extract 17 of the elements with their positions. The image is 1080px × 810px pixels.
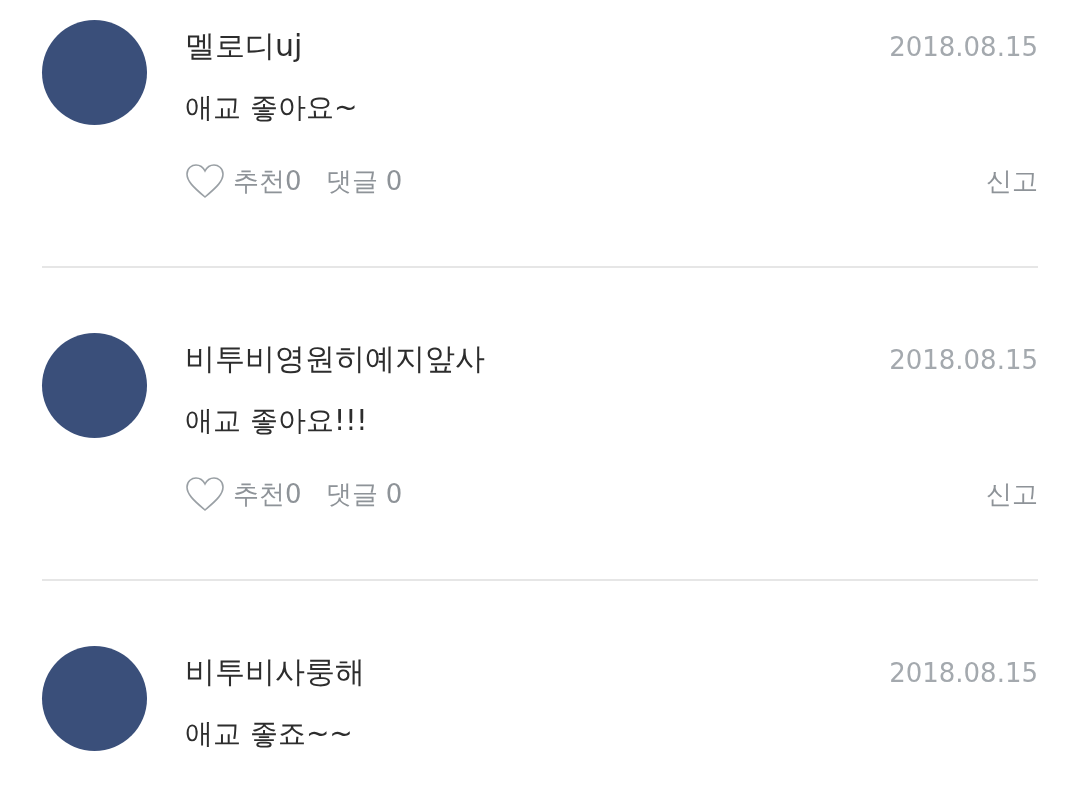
comment-text: 애교 좋죠~~ xyxy=(185,716,354,752)
heart-icon[interactable] xyxy=(185,163,225,199)
recommend-count: 추천0 xyxy=(233,164,302,198)
reply-count[interactable]: 댓글 0 xyxy=(325,476,403,512)
author-name: 비투비영원히예지앞사 xyxy=(185,340,485,378)
comment-date: 2018.08.15 xyxy=(889,32,1038,62)
author-name: 멜로디uj xyxy=(185,27,303,65)
report-button[interactable]: 신고 xyxy=(986,163,1038,199)
heart-icon[interactable] xyxy=(185,476,225,512)
comment-text: 애교 좋아요!!! xyxy=(185,403,369,439)
recommend-count: 추천0 xyxy=(233,477,302,511)
comment-date: 2018.08.15 xyxy=(889,345,1038,375)
author-name: 비투비사룽해 xyxy=(185,653,365,691)
comment-date: 2018.08.15 xyxy=(889,658,1038,688)
reply-count[interactable]: 댓글 0 xyxy=(325,163,403,199)
comment-text: 애교 좋아요~ xyxy=(185,90,359,126)
report-button[interactable]: 신고 xyxy=(986,476,1038,512)
